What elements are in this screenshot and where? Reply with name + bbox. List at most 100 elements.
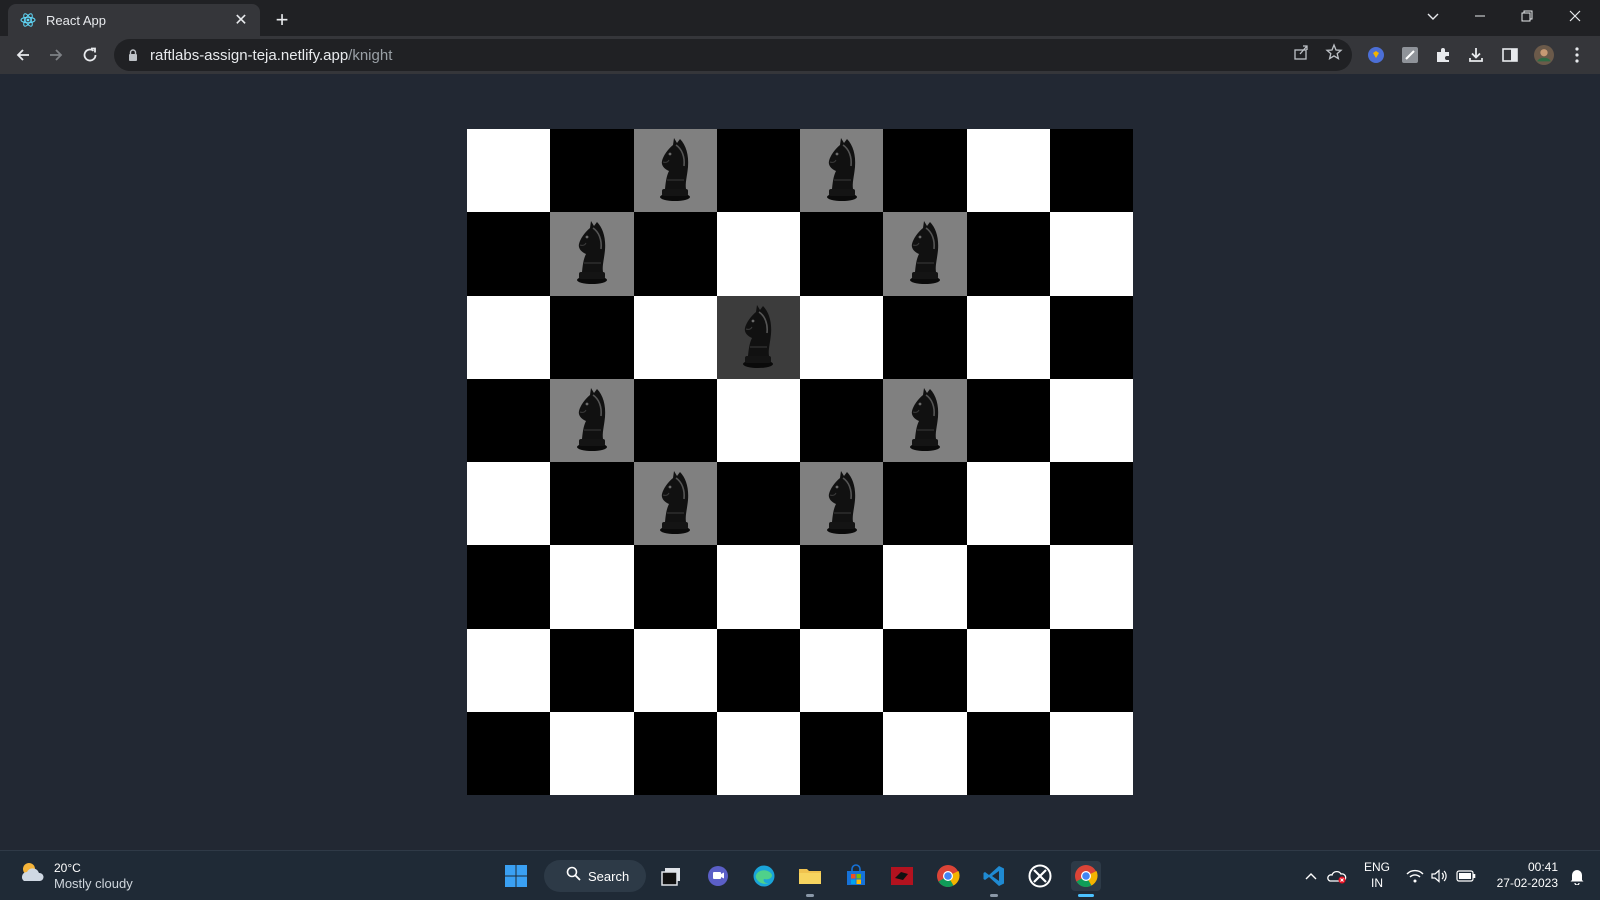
extension-pen-icon[interactable] [1400, 45, 1420, 65]
new-tab-button[interactable]: + [270, 7, 294, 32]
reload-icon[interactable] [76, 41, 104, 69]
board-square[interactable] [966, 129, 1050, 213]
board-square[interactable] [716, 628, 800, 712]
board-square[interactable] [883, 462, 967, 546]
forward-arrow-icon[interactable] [42, 41, 70, 69]
xbox-icon[interactable] [1025, 861, 1055, 891]
board-square[interactable] [966, 628, 1050, 712]
board-square[interactable] [550, 711, 634, 795]
possible-move-square[interactable] [550, 212, 634, 296]
bookmark-star-icon[interactable] [1324, 42, 1344, 62]
board-square[interactable] [550, 295, 634, 379]
address-bar[interactable]: raftlabs-assign-teja.netlify.app/knight [114, 39, 1352, 71]
board-square[interactable] [467, 378, 551, 462]
share-icon[interactable] [1291, 42, 1311, 62]
board-square[interactable] [633, 545, 717, 629]
board-square[interactable] [1049, 711, 1133, 795]
show-hidden-icons-chevron-icon[interactable] [1301, 861, 1321, 891]
kebab-menu-icon[interactable] [1567, 45, 1587, 65]
board-square[interactable] [467, 711, 551, 795]
windows-start-icon[interactable] [501, 861, 531, 891]
board-square[interactable] [883, 545, 967, 629]
tab-search-chevron-icon[interactable] [1410, 0, 1456, 32]
board-square[interactable] [633, 711, 717, 795]
board-square[interactable] [467, 462, 551, 546]
board-square[interactable] [467, 212, 551, 296]
board-square[interactable] [966, 545, 1050, 629]
board-square[interactable] [883, 711, 967, 795]
board-square[interactable] [467, 628, 551, 712]
system-clock[interactable]: 00:41 27-02-2023 [1488, 859, 1558, 891]
input-language[interactable]: ENG IN [1362, 859, 1392, 891]
board-square[interactable] [1049, 295, 1133, 379]
side-panel-icon[interactable] [1500, 45, 1520, 65]
chrome-icon[interactable] [933, 861, 963, 891]
wifi-icon[interactable] [1404, 861, 1426, 891]
task-view-icon[interactable] [656, 861, 686, 891]
chrome-active-icon[interactable] [1071, 861, 1101, 891]
board-square[interactable] [800, 378, 884, 462]
board-square[interactable] [550, 628, 634, 712]
tab-close-icon[interactable]: ✕ [232, 11, 250, 29]
restore-button[interactable] [1504, 0, 1550, 32]
board-square[interactable] [966, 711, 1050, 795]
board-square[interactable] [966, 212, 1050, 296]
board-square[interactable] [883, 628, 967, 712]
board-square[interactable] [966, 378, 1050, 462]
browser-tab[interactable]: React App ✕ [8, 4, 260, 36]
notification-bell-icon[interactable] [1566, 861, 1588, 891]
possible-move-square[interactable] [883, 378, 967, 462]
board-square[interactable] [1049, 129, 1133, 213]
possible-move-square[interactable] [633, 129, 717, 213]
vscode-icon[interactable] [979, 861, 1009, 891]
extension-shield-icon[interactable] [1366, 45, 1386, 65]
possible-move-square[interactable] [633, 462, 717, 546]
weather-widget[interactable]: 20°C Mostly cloudy [18, 859, 133, 892]
board-square[interactable] [550, 545, 634, 629]
board-square[interactable] [966, 295, 1050, 379]
board-square[interactable] [467, 129, 551, 213]
board-square[interactable] [800, 545, 884, 629]
file-explorer-icon[interactable] [795, 861, 825, 891]
board-square[interactable] [1049, 628, 1133, 712]
board-square[interactable] [1049, 378, 1133, 462]
board-square[interactable] [633, 295, 717, 379]
microsoft-store-icon[interactable] [841, 861, 871, 891]
board-square[interactable] [716, 711, 800, 795]
lock-icon[interactable] [126, 48, 140, 62]
possible-move-square[interactable] [883, 212, 967, 296]
board-square[interactable] [800, 711, 884, 795]
back-arrow-icon[interactable] [9, 41, 37, 69]
board-square[interactable] [1049, 545, 1133, 629]
board-square[interactable] [966, 462, 1050, 546]
possible-move-square[interactable] [550, 378, 634, 462]
board-square[interactable] [883, 295, 967, 379]
board-square[interactable] [633, 628, 717, 712]
board-square[interactable] [800, 212, 884, 296]
battery-icon[interactable] [1454, 861, 1478, 891]
possible-move-square[interactable] [800, 462, 884, 546]
board-square[interactable] [716, 545, 800, 629]
board-square[interactable] [716, 129, 800, 213]
minimize-button[interactable] [1457, 0, 1503, 32]
download-icon[interactable] [1466, 45, 1486, 65]
red-app-icon[interactable] [887, 861, 917, 891]
board-square[interactable] [716, 378, 800, 462]
edge-browser-icon[interactable] [749, 861, 779, 891]
board-square[interactable] [633, 212, 717, 296]
teams-chat-icon[interactable] [703, 861, 733, 891]
board-square[interactable] [550, 462, 634, 546]
taskbar-search-button[interactable]: Search [544, 860, 646, 892]
board-square[interactable] [633, 378, 717, 462]
volume-icon[interactable] [1428, 861, 1450, 891]
close-window-button[interactable] [1552, 0, 1598, 32]
onedrive-error-icon[interactable] [1326, 861, 1348, 891]
extensions-puzzle-icon[interactable] [1433, 45, 1453, 65]
board-square[interactable] [467, 295, 551, 379]
board-square[interactable] [1049, 212, 1133, 296]
board-square[interactable] [716, 212, 800, 296]
profile-avatar[interactable] [1534, 45, 1554, 65]
board-square[interactable] [1049, 462, 1133, 546]
board-square[interactable] [716, 462, 800, 546]
possible-move-square[interactable] [800, 129, 884, 213]
